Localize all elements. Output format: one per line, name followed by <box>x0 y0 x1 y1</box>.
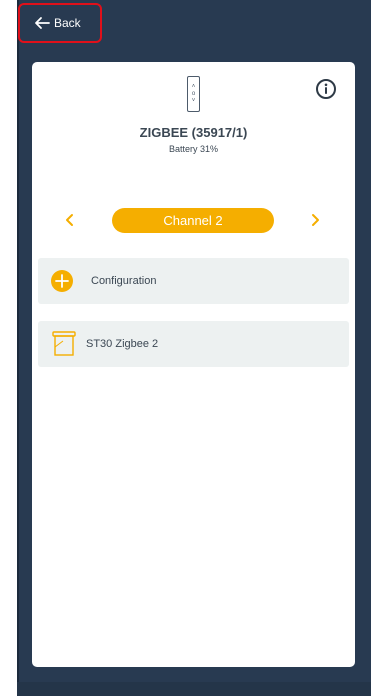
plus-icon <box>51 270 73 292</box>
frame-edge <box>17 0 19 696</box>
info-icon[interactable] <box>315 78 337 100</box>
battery-status: Battery 31% <box>168 144 219 154</box>
channel-selector[interactable]: Channel 2 <box>112 208 274 233</box>
device-name: ZIGBEE (35917/1) <box>139 125 248 140</box>
back-button[interactable]: Back <box>18 3 102 43</box>
remote-down-glyph: ˅ <box>191 97 196 104</box>
back-label: Back <box>54 16 81 30</box>
blind-icon <box>38 331 76 357</box>
bottom-bar <box>17 682 371 696</box>
page-margin <box>0 0 17 696</box>
chevron-left-icon[interactable] <box>63 212 77 228</box>
configuration-row[interactable]: Configuration <box>38 258 349 304</box>
device-row[interactable]: ST30 Zigbee 2 <box>38 321 349 367</box>
remote-up-glyph: ˄ <box>191 83 196 90</box>
chevron-right-icon[interactable] <box>308 212 322 228</box>
channel-label: Channel 2 <box>163 213 223 228</box>
configuration-label: Configuration <box>91 275 157 287</box>
remote-control-icon: ˄ o ˅ <box>187 76 200 112</box>
arrow-left-icon <box>34 15 50 31</box>
device-item-label: ST30 Zigbee 2 <box>86 338 159 350</box>
device-card: ˄ o ˅ ZIGBEE (35917/1) Battery 31% Chann… <box>32 62 355 667</box>
remote-stop-glyph: o <box>191 90 196 97</box>
